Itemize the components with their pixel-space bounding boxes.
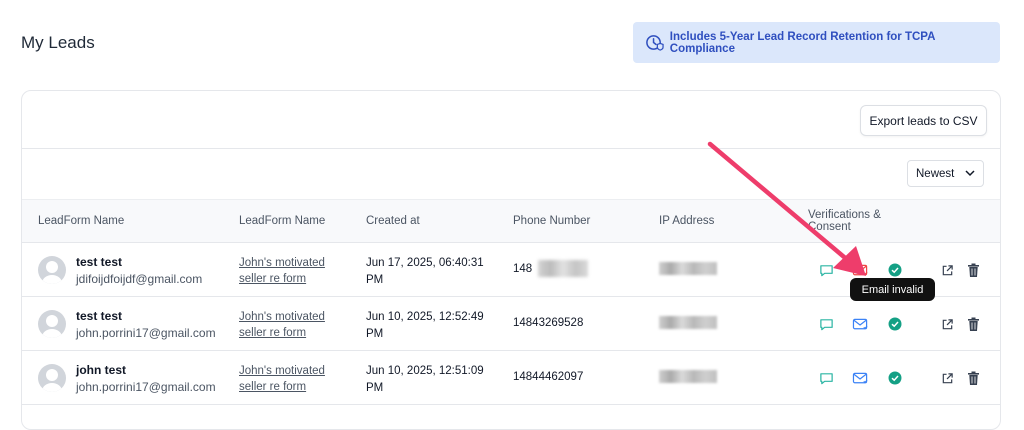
leads-card: Export leads to CSV Newest LeadForm Name… bbox=[21, 90, 1001, 430]
tooltip: Email invalid bbox=[850, 278, 935, 301]
avatar bbox=[38, 364, 66, 392]
verified-check-icon[interactable] bbox=[886, 315, 904, 333]
phone-redacted bbox=[538, 260, 588, 277]
clock-shield-icon bbox=[645, 33, 665, 53]
trash-icon[interactable] bbox=[964, 315, 982, 333]
email-invalid-icon[interactable] bbox=[851, 261, 869, 279]
column-header-leadform-name: LeadForm Name bbox=[38, 215, 125, 227]
leadform-link[interactable]: John's motivated seller re form bbox=[239, 309, 349, 341]
leadform-link[interactable]: John's motivated seller re form bbox=[239, 255, 349, 287]
lead-email: jdifoijdfoijdf@gmail.com bbox=[76, 272, 203, 286]
chevron-down-icon bbox=[964, 167, 976, 182]
created-at: Jun 10, 2025, 12:51:09 PM bbox=[366, 365, 484, 394]
card-toolbar: Export leads to CSV bbox=[22, 91, 1000, 149]
column-header-phone: Phone Number bbox=[513, 215, 591, 227]
lead-email: john.porrini17@gmail.com bbox=[76, 326, 216, 340]
phone-number: 14843269528 bbox=[513, 317, 584, 329]
avatar bbox=[38, 256, 66, 284]
sms-consent-icon[interactable] bbox=[817, 369, 835, 387]
page-title: My Leads bbox=[21, 33, 95, 52]
banner-text: Includes 5-Year Lead Record Retention fo… bbox=[669, 30, 935, 55]
ip-redacted bbox=[659, 262, 717, 275]
phone-number: 148 bbox=[513, 263, 533, 275]
leadform-link[interactable]: John's motivated seller re form bbox=[239, 363, 349, 395]
lead-name: test test bbox=[76, 309, 123, 323]
created-at: Jun 17, 2025, 06:40:31 PM bbox=[366, 257, 484, 286]
ip-redacted bbox=[659, 370, 717, 383]
sort-selected-value: Newest bbox=[916, 167, 955, 180]
ip-redacted bbox=[659, 316, 717, 329]
external-link-icon[interactable] bbox=[938, 261, 956, 279]
verified-check-icon[interactable] bbox=[886, 369, 904, 387]
lead-name: test test bbox=[76, 255, 123, 269]
avatar bbox=[38, 310, 66, 338]
table-row: test test john.porrini17@gmail.com John'… bbox=[22, 297, 1000, 351]
created-at: Jun 10, 2025, 12:52:49 PM bbox=[366, 311, 484, 340]
external-link-icon[interactable] bbox=[938, 369, 956, 387]
trash-icon[interactable] bbox=[964, 261, 982, 279]
lead-email: john.porrini17@gmail.com bbox=[76, 380, 216, 394]
table-header: LeadForm Name LeadForm Name Created at P… bbox=[22, 199, 1000, 243]
table-row: john test john.porrini17@gmail.com John'… bbox=[22, 351, 1000, 405]
external-link-icon[interactable] bbox=[938, 315, 956, 333]
sms-consent-icon[interactable] bbox=[817, 315, 835, 333]
trash-icon[interactable] bbox=[964, 369, 982, 387]
column-header-leadform-name-2: LeadForm Name bbox=[239, 215, 326, 227]
sms-consent-icon[interactable] bbox=[817, 261, 835, 279]
verified-check-icon[interactable] bbox=[886, 261, 904, 279]
column-header-created-at: Created at bbox=[366, 215, 420, 227]
column-header-ip: IP Address bbox=[659, 215, 715, 227]
sort-row: Newest bbox=[22, 149, 1000, 199]
retention-banner: Includes 5-Year Lead Record Retention fo… bbox=[633, 22, 1000, 63]
email-valid-icon[interactable] bbox=[851, 369, 869, 387]
export-csv-button[interactable]: Export leads to CSV bbox=[860, 105, 987, 136]
email-valid-icon[interactable] bbox=[851, 315, 869, 333]
column-header-verifications: Verifications & Consent bbox=[808, 209, 881, 233]
lead-name: john test bbox=[76, 363, 126, 377]
phone-number: 14844462097 bbox=[513, 371, 584, 383]
sort-select[interactable]: Newest bbox=[907, 160, 984, 187]
